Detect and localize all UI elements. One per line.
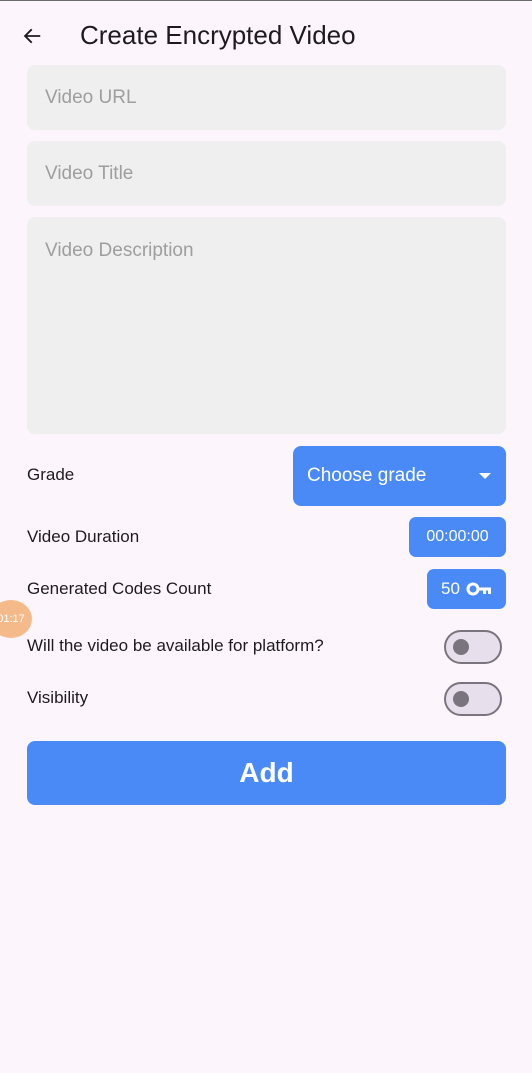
- codes-count-button[interactable]: 50: [427, 569, 506, 609]
- toggle-thumb: [453, 691, 469, 707]
- video-title-input[interactable]: [27, 141, 506, 206]
- video-duration-button[interactable]: 00:00:00: [409, 517, 506, 557]
- app-bar: Create Encrypted Video: [0, 0, 532, 66]
- add-button[interactable]: Add: [27, 741, 506, 805]
- toggle-thumb: [453, 639, 469, 655]
- codes-count-label: Generated Codes Count: [27, 579, 212, 598]
- visibility-label: Visibility: [27, 688, 89, 707]
- platform-availability-toggle[interactable]: [444, 630, 502, 664]
- key-icon: [466, 582, 491, 596]
- caret-down-icon: [479, 473, 491, 479]
- video-url-input[interactable]: [27, 65, 506, 130]
- grade-dropdown[interactable]: Choose grade: [293, 446, 506, 506]
- back-button[interactable]: [14, 18, 50, 54]
- platform-availability-label: Will the video be available for platform…: [27, 636, 324, 655]
- grade-selected-value: Choose grade: [307, 465, 427, 486]
- touch-indicator: 01:17: [0, 600, 32, 638]
- grade-label: Grade: [27, 465, 75, 484]
- video-duration-label: Video Duration: [27, 527, 140, 546]
- codes-count-value: 50: [441, 579, 460, 598]
- video-description-input[interactable]: [27, 217, 506, 434]
- video-duration-value: 00:00:00: [426, 528, 489, 545]
- arrow-left-icon: [23, 28, 41, 44]
- visibility-toggle[interactable]: [444, 682, 502, 716]
- page-title: Create Encrypted Video: [80, 20, 356, 50]
